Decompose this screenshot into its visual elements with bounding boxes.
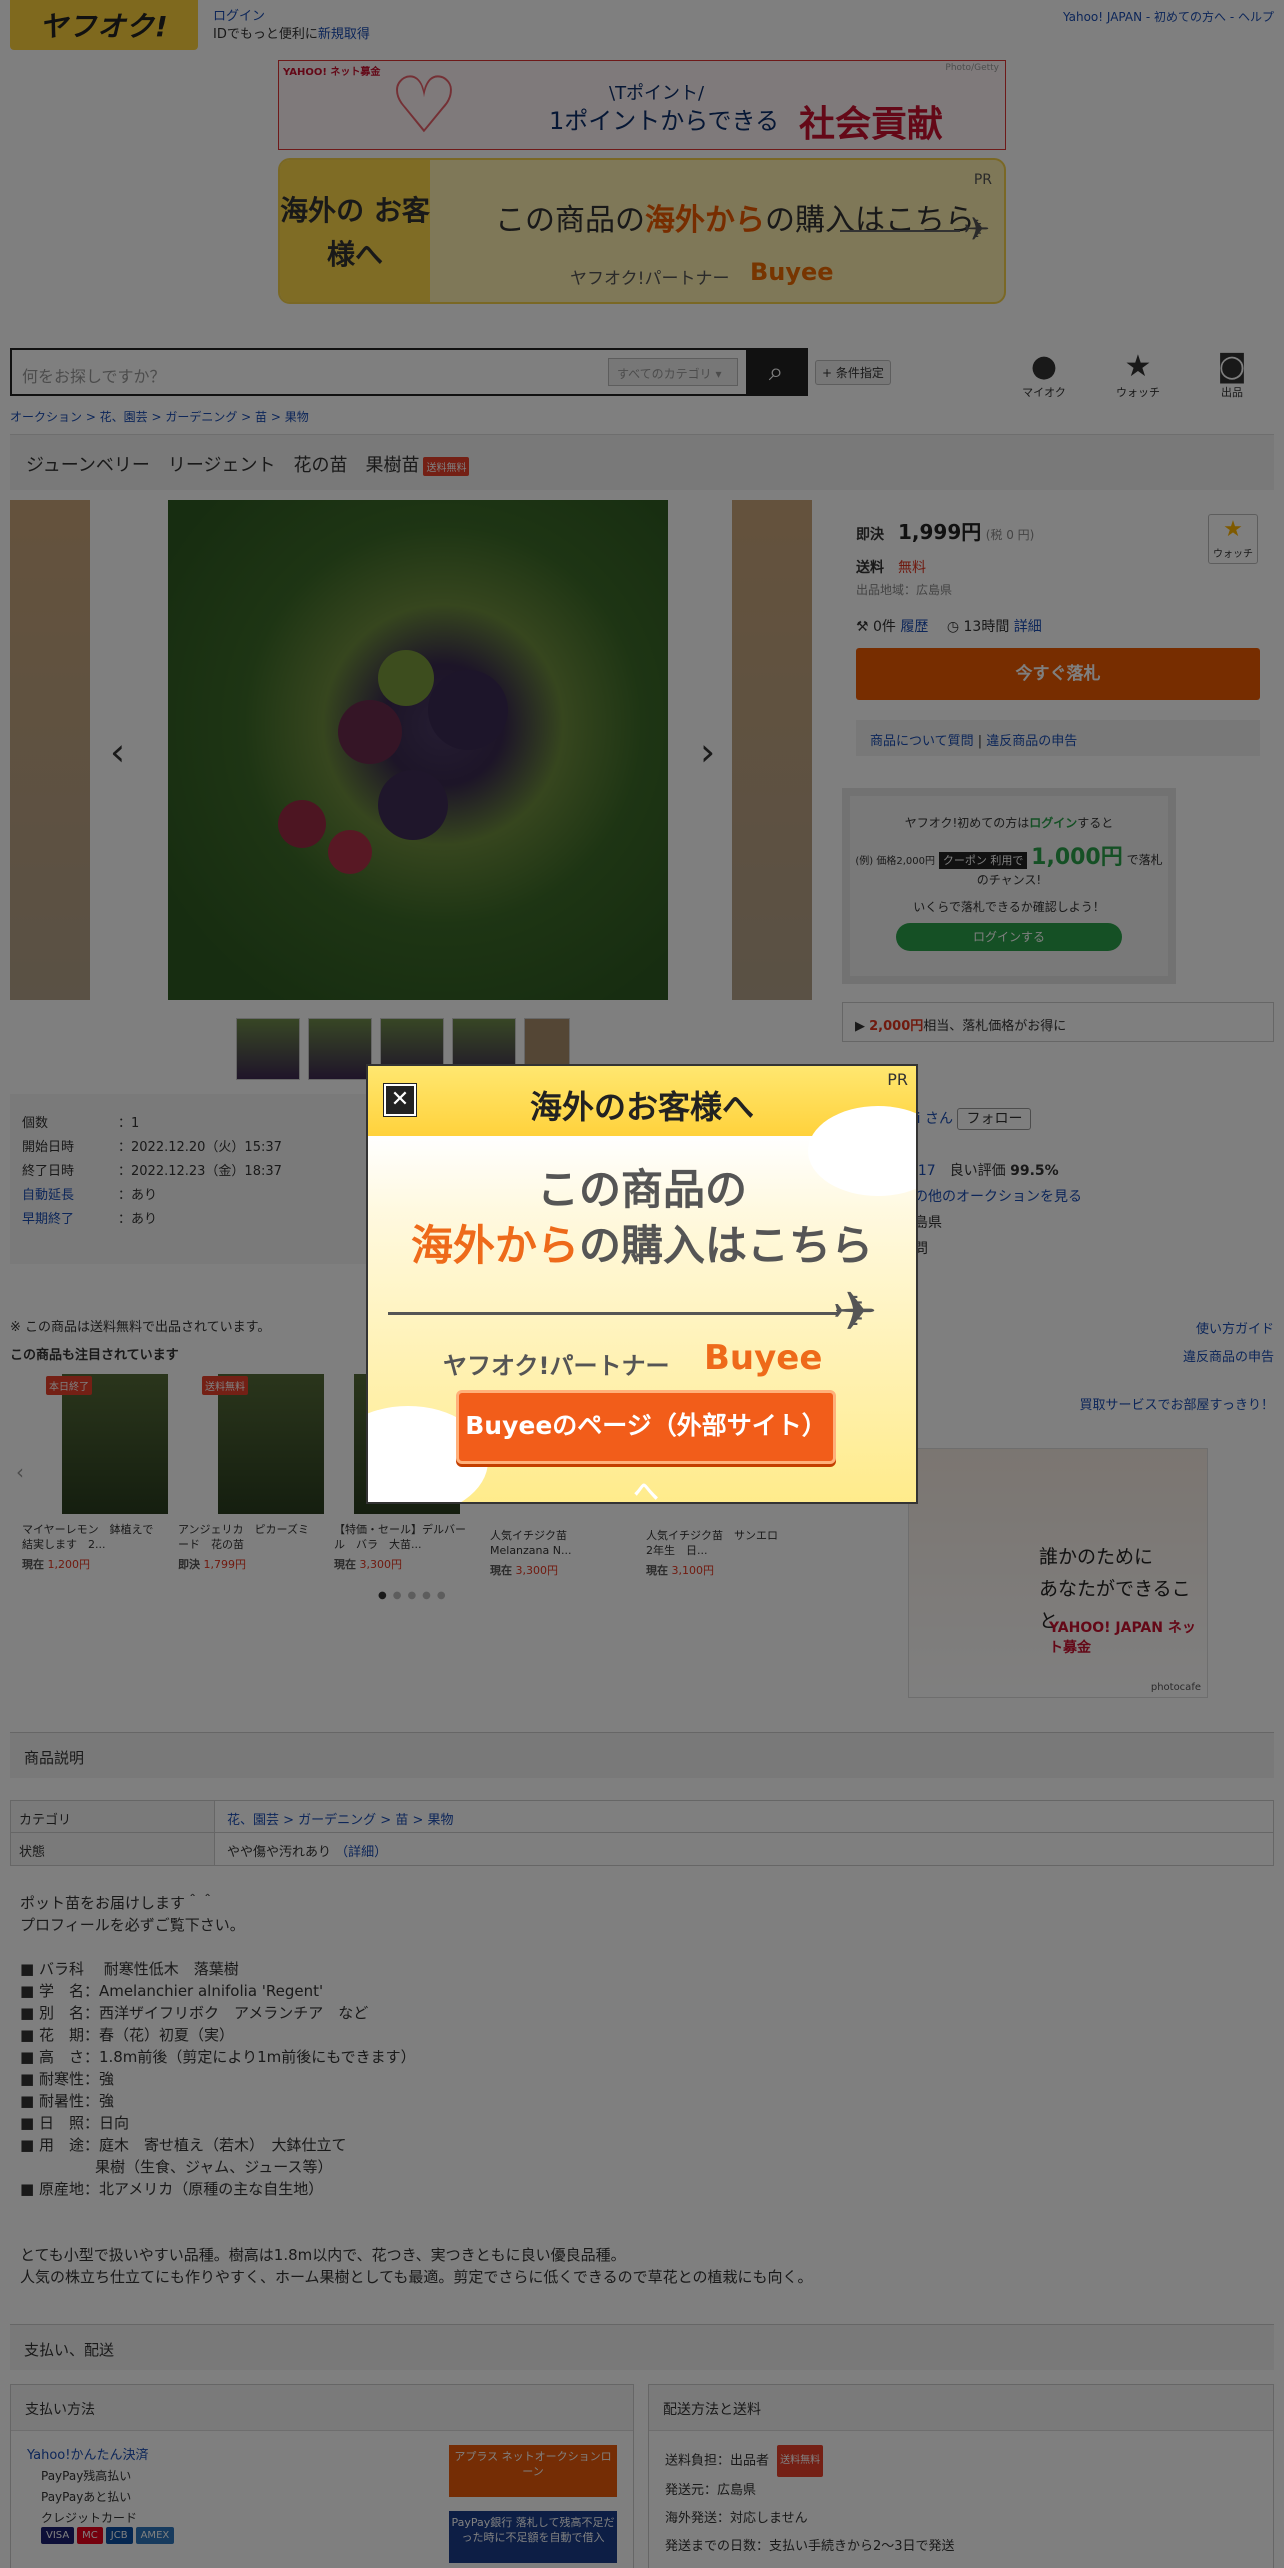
modal-line1: この商品の bbox=[536, 1165, 747, 1214]
buyee-cta-button[interactable]: Buyeeのページ（外部サイト）へ bbox=[456, 1390, 836, 1502]
modal-partner: ヤフオク!パートナー bbox=[443, 1352, 670, 1380]
plane-icon: ✈ bbox=[832, 1280, 878, 1343]
pr-label: PR bbox=[887, 1070, 908, 1089]
flight-line bbox=[388, 1312, 838, 1315]
modal-line2: 海外からの購入はこちら bbox=[410, 1221, 874, 1270]
buyee-logo: Buyee bbox=[704, 1338, 823, 1378]
overseas-modal: ✕ 海外のお客様へ PR この商品の 海外からの購入はこちら ✈ ヤフオク!パー… bbox=[366, 1064, 918, 1504]
